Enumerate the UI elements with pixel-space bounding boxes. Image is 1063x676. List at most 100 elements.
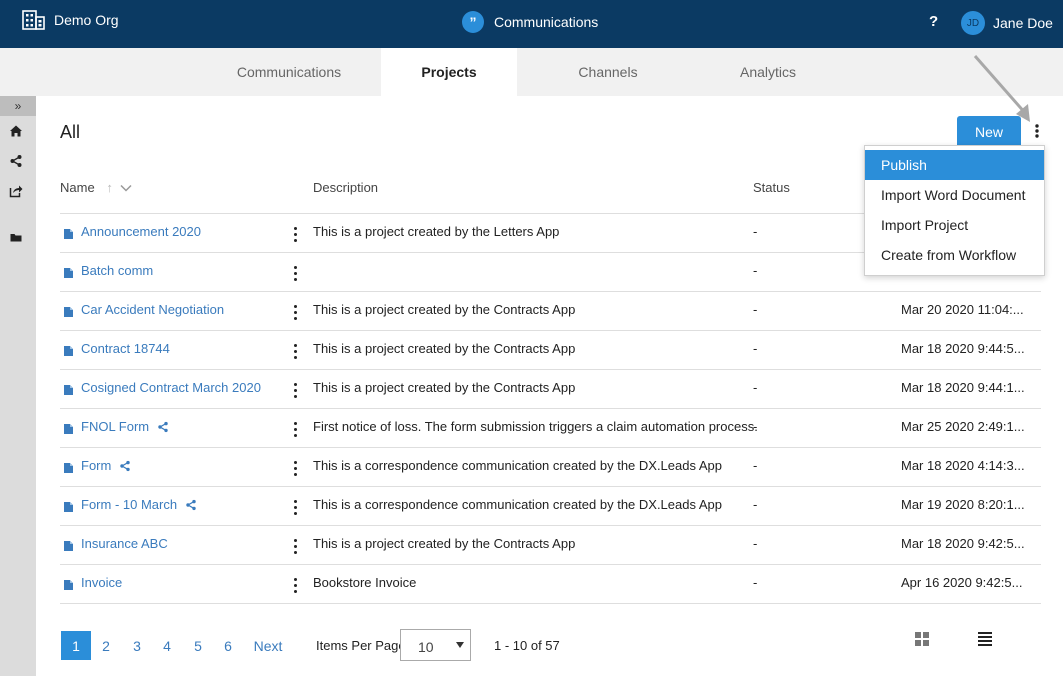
row-kebab-icon[interactable] — [289, 536, 301, 556]
home-icon[interactable] — [9, 124, 23, 138]
project-status: - — [753, 263, 758, 278]
project-name[interactable]: Batch comm — [81, 263, 153, 278]
project-name-link[interactable]: Contract 18744 — [81, 341, 170, 356]
project-description: This is a correspondence communication c… — [313, 458, 723, 473]
folder-icon[interactable] — [9, 230, 23, 244]
document-icon — [64, 227, 73, 239]
page-2[interactable]: 2 — [91, 631, 121, 660]
app-switcher[interactable]: ” Communications — [462, 11, 598, 33]
column-header-status: Status — [753, 180, 790, 195]
grid-view-icon[interactable] — [914, 631, 930, 647]
project-description: This is a project created by the Contrac… — [313, 380, 576, 395]
row-kebab-icon[interactable] — [289, 341, 301, 361]
row-kebab-icon[interactable] — [289, 575, 301, 595]
share-icon[interactable] — [9, 154, 23, 168]
user-menu[interactable]: JD Jane Doe — [961, 11, 1053, 35]
project-status: - — [753, 419, 758, 434]
column-header-description: Description — [313, 180, 379, 195]
tab-channels[interactable]: Channels — [548, 48, 668, 96]
menu-item-create-from-workflow[interactable]: Create from Workflow — [865, 240, 1044, 270]
table-divider — [60, 447, 1041, 448]
results-range: 1 - 10 of 57 — [494, 638, 560, 653]
left-rail: » — [0, 96, 36, 676]
help-icon[interactable]: ? — [929, 13, 938, 30]
row-kebab-icon[interactable] — [289, 419, 301, 439]
menu-item-import-word[interactable]: Import Word Document — [865, 180, 1044, 210]
project-status: - — [753, 575, 758, 590]
project-name[interactable]: Announcement 2020 — [81, 224, 201, 239]
project-description: This is a project created by the Contrac… — [313, 341, 576, 356]
document-icon — [64, 539, 73, 551]
project-modified-date: Mar 19 2020 8:20:1... — [901, 497, 1025, 512]
project-modified-date: Mar 25 2020 2:49:1... — [901, 419, 1025, 434]
project-name-link[interactable]: FNOL Form — [81, 419, 169, 434]
project-name[interactable]: Form — [81, 458, 111, 473]
page-3[interactable]: 3 — [122, 631, 152, 660]
menu-item-publish[interactable]: Publish — [865, 150, 1044, 180]
double-chevron-icon: » — [14, 99, 22, 113]
page-4[interactable]: 4 — [152, 631, 182, 660]
table-divider — [60, 369, 1041, 370]
project-name-link[interactable]: Announcement 2020 — [81, 224, 201, 239]
project-name[interactable]: Car Accident Negotiation — [81, 302, 224, 317]
project-name[interactable]: Cosigned Contract March 2020 — [81, 380, 261, 395]
project-name-link[interactable]: Form - 10 March — [81, 497, 197, 512]
project-name-link[interactable]: Form — [81, 458, 131, 473]
project-description: This is a correspondence communication c… — [313, 497, 723, 512]
project-name-link[interactable]: Cosigned Contract March 2020 — [81, 380, 261, 395]
share-icon[interactable] — [119, 460, 131, 472]
expand-rail-button[interactable]: » — [0, 96, 36, 116]
building-icon — [22, 10, 45, 30]
row-kebab-icon[interactable] — [289, 224, 301, 244]
project-name-link[interactable]: Car Accident Negotiation — [81, 302, 224, 317]
project-name[interactable]: FNOL Form — [81, 419, 149, 434]
column-header-name[interactable]: Name ↑ — [60, 180, 132, 195]
caret-down-icon — [456, 642, 464, 648]
page-5[interactable]: 5 — [183, 631, 213, 660]
annotation-arrow — [973, 55, 1030, 122]
table-divider — [60, 330, 1041, 331]
main-tabs: Communications Projects Channels Analyti… — [0, 48, 1063, 96]
project-modified-date: Mar 18 2020 9:44:1... — [901, 380, 1025, 395]
list-view-icon[interactable] — [977, 631, 993, 647]
quote-icon: ” — [462, 11, 484, 33]
row-kebab-icon[interactable] — [289, 497, 301, 517]
project-name[interactable]: Invoice — [81, 575, 122, 590]
project-name-link[interactable]: Batch comm — [81, 263, 153, 278]
tab-projects[interactable]: Projects — [381, 48, 517, 96]
project-name[interactable]: Form - 10 March — [81, 497, 177, 512]
column-header-name-label: Name — [60, 180, 95, 195]
page-1[interactable]: 1 — [61, 631, 91, 660]
table-divider — [60, 486, 1041, 487]
org-switcher[interactable]: Demo Org — [22, 10, 119, 30]
menu-item-import-project[interactable]: Import Project — [865, 210, 1044, 240]
project-name[interactable]: Insurance ABC — [81, 536, 168, 551]
page-6[interactable]: 6 — [213, 631, 243, 660]
more-options-menu: Publish Import Word Document Import Proj… — [864, 145, 1045, 276]
items-per-page-select[interactable]: 10 — [400, 629, 471, 661]
org-name: Demo Org — [54, 12, 119, 28]
project-description: This is a project created by the Contrac… — [313, 536, 576, 551]
next-page-button[interactable]: Next — [248, 631, 288, 660]
share-icon[interactable] — [157, 421, 169, 433]
project-status: - — [753, 458, 758, 473]
document-icon — [64, 266, 73, 278]
tab-analytics[interactable]: Analytics — [708, 48, 828, 96]
project-modified-date: Mar 18 2020 4:14:3... — [901, 458, 1025, 473]
share-icon[interactable] — [185, 499, 197, 511]
project-name-link[interactable]: Invoice — [81, 575, 122, 590]
project-modified-date: Apr 16 2020 9:42:5... — [901, 575, 1023, 590]
export-icon[interactable] — [9, 184, 23, 198]
project-name[interactable]: Contract 18744 — [81, 341, 170, 356]
row-kebab-icon[interactable] — [289, 302, 301, 322]
chevron-down-icon[interactable] — [120, 184, 132, 192]
sort-asc-icon[interactable]: ↑ — [106, 180, 113, 195]
row-kebab-icon[interactable] — [289, 263, 301, 283]
row-kebab-icon[interactable] — [289, 380, 301, 400]
project-description: Bookstore Invoice — [313, 575, 417, 590]
items-per-page-value: 10 — [418, 639, 434, 655]
project-modified-date: Mar 18 2020 9:42:5... — [901, 536, 1025, 551]
row-kebab-icon[interactable] — [289, 458, 301, 478]
project-name-link[interactable]: Insurance ABC — [81, 536, 168, 551]
tab-communications[interactable]: Communications — [209, 48, 369, 96]
